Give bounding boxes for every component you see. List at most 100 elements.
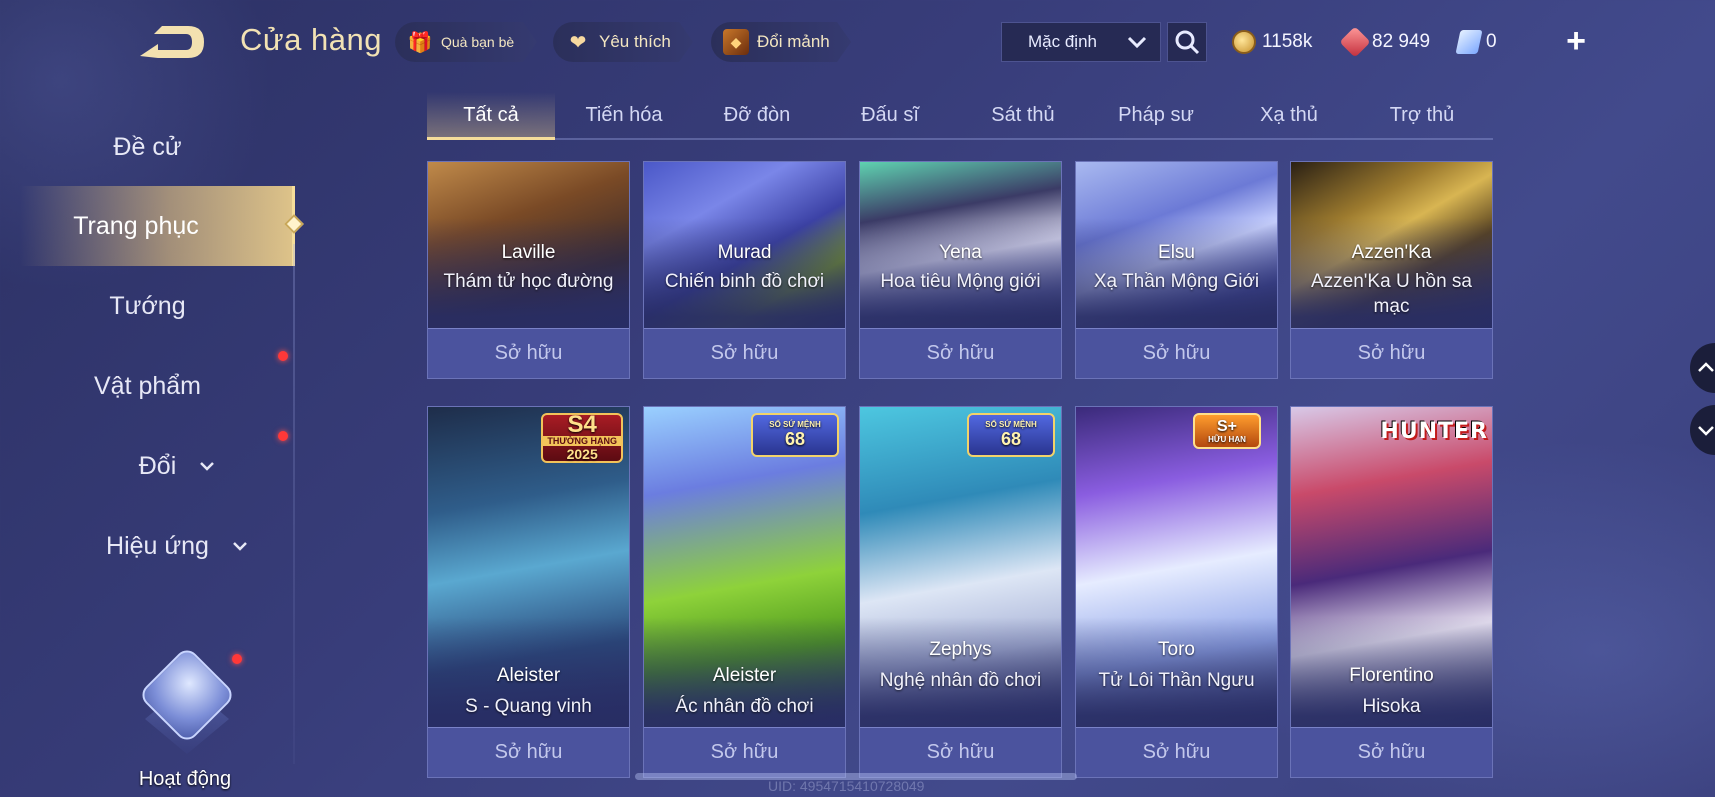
add-currency-button[interactable]: + [1556,22,1596,62]
mission-book-badge: SỔ SỨ MỆNH 68 [967,413,1055,457]
hero-name: Elsu [1158,242,1195,263]
notification-dot [232,654,242,664]
activity-button[interactable]: Hoạt động [130,645,242,797]
sidebar-item-effects[interactable]: Hiệu ứng [0,506,295,586]
owned-button[interactable]: Sở hữu [428,727,629,777]
skin-card[interactable]: Yena Hoa tiêu Mộng giới Sở hữu [859,161,1062,379]
skin-card[interactable]: Elsu Xạ Thần Mộng Giới Sở hữu [1075,161,1278,379]
mission-book-badge: SỔ SỨ MỆNH 68 [751,413,839,457]
gem-currency: 82 949 [1339,24,1430,60]
owned-button[interactable]: Sở hữu [644,727,845,777]
skin-name: Nghệ nhân đồ chơi [879,670,1042,691]
hero-name: Murad [717,242,772,263]
sidebar-item-label: Vật phẩm [93,371,201,400]
active-diamond-icon [284,214,304,234]
activity-cube-icon [137,645,237,745]
sidebar-divider [293,244,295,764]
sort-dropdown[interactable]: Mặc định [1001,22,1161,62]
friend-gift-button[interactable]: 🎁 Quà bạn bè [395,22,537,62]
gift-icon: 🎁 [407,31,433,54]
skin-card[interactable]: Laville Thám tử học đường Sở hữu [427,161,630,379]
badge-title: S4 [567,411,597,438]
sidebar-item-skins[interactable]: Trang phục [20,186,304,266]
owned-button[interactable]: Sở hữu [1291,328,1492,378]
owned-button[interactable]: Sở hữu [1076,328,1277,378]
sidebar: Đề cử Trang phục Tướng Vật phẩm Đổi Hiệu… [0,84,304,797]
sidebar-item-label: Đề cử [113,132,182,161]
sort-value: Mặc định [1028,32,1097,51]
hero-name: Yena [939,242,982,263]
rank-season-badge: S4 THƯỜNG HẠNG 2025 [541,413,623,463]
sidebar-item-label: Hiệu ứng [106,531,209,560]
badge-subtitle: THƯỜNG HẠNG [543,436,621,446]
heart-icon: ❤ [569,31,587,54]
badge-title: HUNTER [1380,418,1488,444]
search-button[interactable] [1167,22,1207,62]
skin-name: Ác nhân đồ chơi [675,696,814,717]
skin-card[interactable]: HUNTER Florentino Hisoka Sở hữu [1290,406,1493,778]
badge-title: SỔ SỨ MỆNH [985,420,1037,429]
owned-button[interactable]: Sở hữu [428,328,629,378]
sidebar-item-heroes[interactable]: Tướng [0,266,295,346]
tab-all[interactable]: Tất cả [427,92,555,140]
shard-exchange-button[interactable]: ◆ Đổi mảnh [711,22,851,62]
skin-card[interactable]: Murad Chiến binh đồ chơi Sở hữu [643,161,846,379]
badge-title: SỔ SỨ MỆNH [769,420,821,429]
favorite-label: Yêu thích [599,32,671,51]
hero-name: Aleister [496,665,561,686]
chevron-down-icon [233,542,247,551]
gold-currency: 1158k [1232,24,1312,60]
badge-level: 68 [784,429,806,449]
sidebar-item-label: Tướng [109,291,186,320]
favorite-button[interactable]: ❤ Yêu thích [553,22,693,62]
notification-dot [278,351,288,361]
scroll-up-button[interactable] [1690,343,1715,393]
tab-support[interactable]: Trợ thủ [1358,92,1486,138]
skin-name: Chiến binh đồ chơi [664,271,825,292]
sidebar-item-label: Trang phục [73,211,199,240]
gold-coin-icon [1232,30,1256,54]
tab-tank[interactable]: Đỡ đòn [693,92,821,138]
friend-gift-label: Quà bạn bè [441,34,515,50]
owned-button[interactable]: Sở hữu [1291,727,1492,777]
owned-button[interactable]: Sở hữu [860,328,1061,378]
skin-name: S - Quang vinh [465,696,592,717]
ticket-currency: 0 [1455,24,1497,60]
gold-amount: 1158k [1262,31,1313,52]
back-button[interactable] [136,20,208,62]
owned-button[interactable]: Sở hữu [860,727,1061,777]
skin-card[interactable]: S4 THƯỜNG HẠNG 2025 Aleister S - Quang v… [427,406,630,778]
shard-exchange-label: Đổi mảnh [757,32,830,51]
owned-button[interactable]: Sở hữu [1076,727,1277,777]
back-arrow-icon [140,26,204,58]
skin-card[interactable]: SỔ SỨ MỆNH 68 Aleister Ác nhân đồ chơi S… [643,406,846,778]
limited-badge: S+ HỮU HẠN [1193,413,1261,449]
hero-name: Zephys [929,639,992,660]
hero-name: Toro [1158,639,1195,660]
sidebar-item-label: Đổi [138,451,177,480]
tab-assassin[interactable]: Sát thủ [959,92,1087,138]
sidebar-item-exchange[interactable]: Đổi [0,426,295,506]
skin-name: Tử Lôi Thần Ngưu [1098,670,1255,691]
user-id-text: UID: 4954715410728049 [768,778,925,794]
skin-card[interactable]: S+ HỮU HẠN Toro Tử Lôi Thần Ngưu Sở hữu [1075,406,1278,778]
scroll-down-button[interactable] [1690,405,1715,455]
tab-mage[interactable]: Pháp sư [1092,92,1220,138]
activity-label: Hoạt động [138,768,232,790]
badge-level: 68 [1000,429,1022,449]
chevron-down-icon [1698,426,1714,436]
hero-name: Florentino [1349,665,1434,686]
badge-title: S+ [1216,417,1237,435]
tab-evolution[interactable]: Tiến hóa [560,92,688,138]
chevron-down-icon [200,462,215,471]
hero-name: Aleister [712,665,777,686]
tab-marksman[interactable]: Xạ thủ [1225,92,1353,138]
owned-button[interactable]: Sở hữu [644,328,845,378]
tab-fighter[interactable]: Đấu sĩ [826,92,954,138]
skin-card[interactable]: Azzen'Ka Azzen'Ka U hồn sa mạc Sở hữu [1290,161,1493,379]
skin-name: Xạ Thần Mộng Giới [1093,271,1260,292]
skin-card[interactable]: SỔ SỨ MỆNH 68 Zephys Nghệ nhân đồ chơi S… [859,406,1062,778]
hero-name: Laville [501,242,556,263]
sidebar-item-items[interactable]: Vật phẩm [0,346,295,426]
sidebar-item-recommended[interactable]: Đề cử [0,107,295,187]
